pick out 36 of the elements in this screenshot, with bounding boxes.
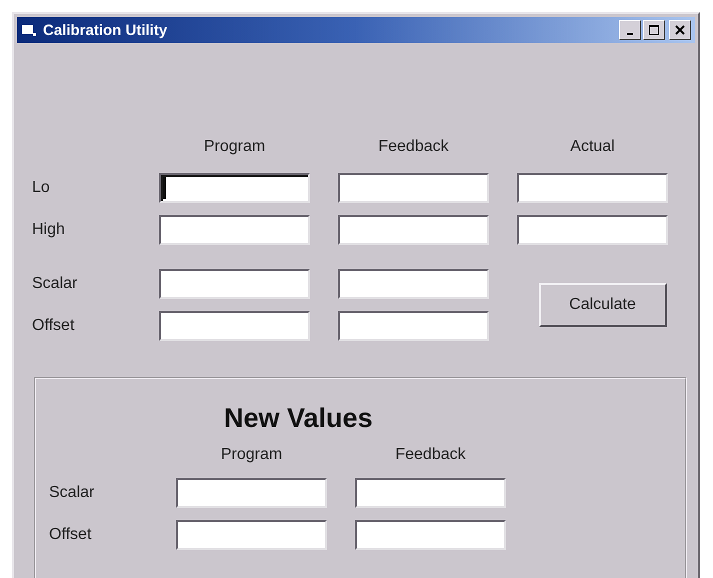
input-field[interactable] bbox=[176, 520, 327, 550]
text-cursor bbox=[163, 177, 166, 199]
maximize-button[interactable] bbox=[643, 20, 665, 40]
row-label: Lo bbox=[32, 179, 51, 197]
group-title: New Values bbox=[224, 403, 374, 434]
input-field[interactable] bbox=[159, 215, 310, 245]
input-field[interactable] bbox=[159, 173, 310, 203]
minimize-icon bbox=[627, 33, 633, 35]
input-field[interactable] bbox=[159, 311, 310, 341]
input-field[interactable] bbox=[517, 215, 668, 245]
column-header: Program bbox=[202, 138, 266, 156]
close-button[interactable] bbox=[669, 20, 691, 40]
input-field[interactable] bbox=[338, 269, 489, 299]
row-label: Scalar bbox=[49, 484, 96, 502]
app-icon bbox=[21, 23, 37, 37]
input-field[interactable] bbox=[338, 173, 489, 203]
row-label: Scalar bbox=[32, 275, 78, 293]
input-field[interactable] bbox=[176, 478, 327, 508]
input-field[interactable] bbox=[355, 520, 506, 550]
input-field[interactable] bbox=[338, 311, 489, 341]
input-field[interactable] bbox=[338, 215, 489, 245]
row-label: Offset bbox=[49, 526, 92, 544]
input-field[interactable] bbox=[517, 173, 668, 203]
close-icon bbox=[675, 25, 685, 35]
minimize-button[interactable] bbox=[619, 20, 641, 40]
column-header: Actual bbox=[569, 138, 616, 156]
input-field[interactable] bbox=[355, 478, 506, 508]
input-field[interactable] bbox=[159, 269, 310, 299]
window-title: Calibration Utility bbox=[43, 22, 168, 38]
row-label: Offset bbox=[32, 317, 76, 335]
maximize-icon bbox=[649, 25, 659, 35]
column-header: Program bbox=[220, 446, 284, 464]
column-header: Feedback bbox=[394, 446, 467, 464]
column-header: Feedback bbox=[377, 138, 450, 156]
calculate-button[interactable]: Calculate bbox=[538, 283, 666, 327]
row-label: High bbox=[32, 221, 66, 239]
